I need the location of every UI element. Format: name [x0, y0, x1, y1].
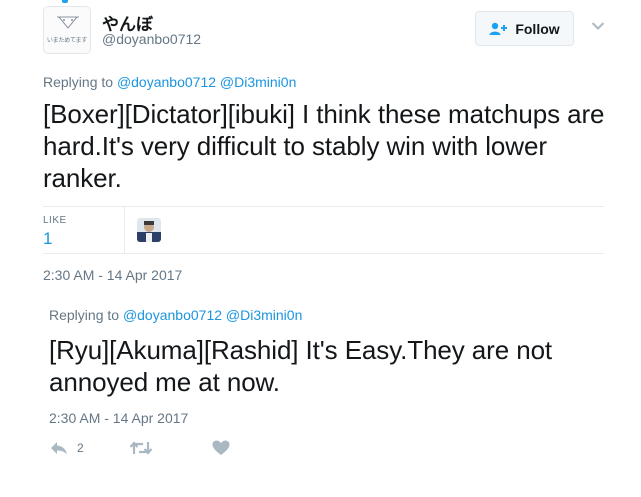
- like-button[interactable]: [212, 440, 230, 456]
- author-handle[interactable]: @doyanbo0712: [102, 31, 201, 47]
- liker-avatar-image-icon: [137, 218, 161, 242]
- follow-button[interactable]: Follow: [475, 11, 574, 46]
- avatar[interactable]: いまためてます: [43, 6, 91, 54]
- likes-label: LIKE: [43, 215, 67, 226]
- tweet-timestamp[interactable]: 2:30 AM - 14 Apr 2017: [43, 267, 182, 283]
- tweet-text: [Boxer][Dictator][ibuki] I think these m…: [43, 99, 605, 193]
- tweet-header: いまためてます やんぼ @doyanbo0712 Follow: [43, 6, 606, 58]
- reply-button[interactable]: 2: [49, 440, 84, 456]
- likes-count[interactable]: 1: [43, 229, 52, 249]
- mention-link[interactable]: @Di3mini0n: [226, 307, 302, 323]
- mention-link[interactable]: @doyanbo0712: [117, 74, 216, 90]
- avatar-caption: いまためてます: [46, 38, 88, 44]
- chevron-down-icon[interactable]: [591, 21, 605, 31]
- reply-text: [Ryu][Akuma][Rashid] It's Easy.They are …: [49, 335, 553, 397]
- top-accent-mark: [62, 0, 68, 3]
- heart-icon: [212, 440, 230, 455]
- stats-divider: [124, 207, 125, 253]
- retweet-button[interactable]: [130, 440, 152, 456]
- reply-timestamp[interactable]: 2:30 AM - 14 Apr 2017: [49, 410, 188, 426]
- reply-count: 2: [77, 441, 84, 455]
- tweet-stats: LIKE 1: [43, 206, 604, 254]
- mention-link[interactable]: @doyanbo0712: [123, 307, 222, 323]
- follow-button-label: Follow: [515, 20, 560, 37]
- replying-to-line: Replying to @doyanbo0712 @Di3mini0n: [43, 74, 296, 90]
- liker-avatar[interactable]: [137, 218, 161, 242]
- replying-to-line: Replying to @doyanbo0712 @Di3mini0n: [49, 307, 302, 323]
- reply-icon: [51, 442, 67, 455]
- follow-user-icon: [489, 22, 508, 35]
- replying-to-label: Replying to: [49, 307, 120, 323]
- mention-link[interactable]: @Di3mini0n: [220, 74, 296, 90]
- retweet-icon: [130, 441, 152, 455]
- replying-to-label: Replying to: [43, 74, 114, 90]
- avatar-drawing-icon: [57, 16, 79, 29]
